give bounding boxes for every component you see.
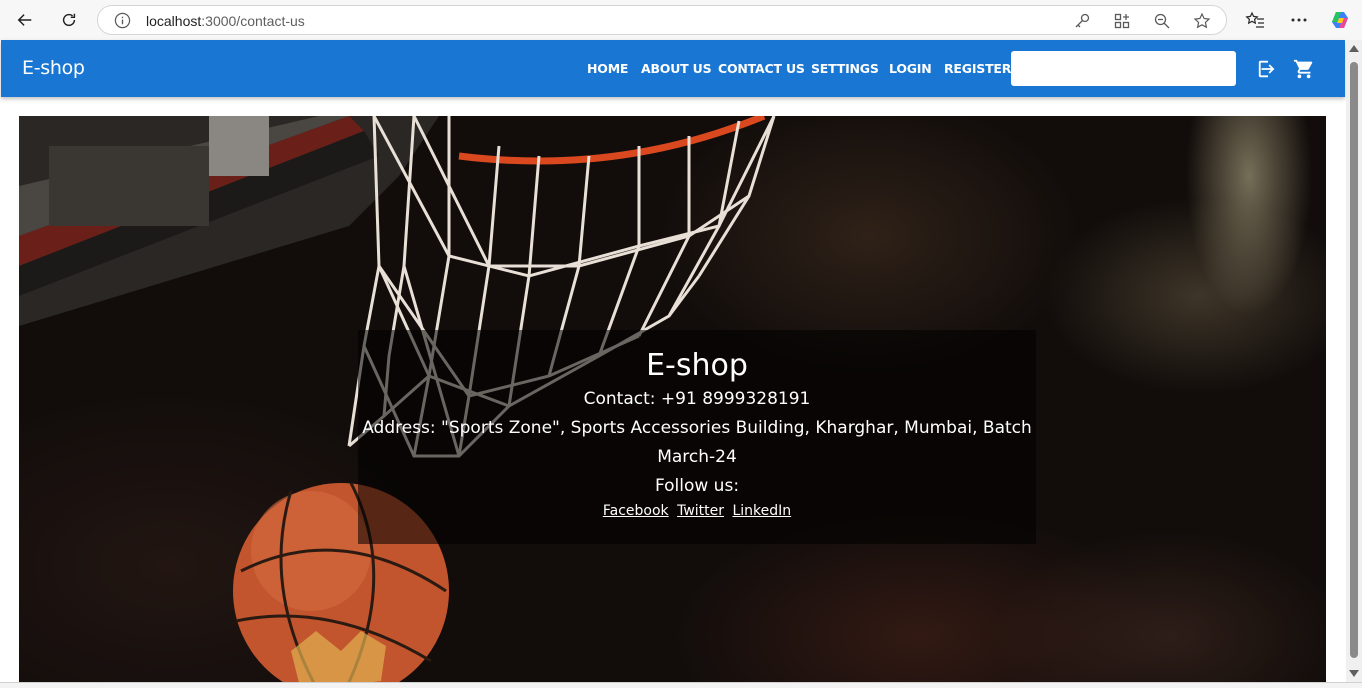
follow-us-label: Follow us: — [654, 476, 740, 496]
reload-icon — [62, 13, 76, 27]
nav-about-us[interactable]: ABOUT US — [641, 61, 712, 76]
scroll-down-icon[interactable] — [1349, 670, 1359, 677]
contact-address-line1: Address: "Sports Zone", Sports Accessori… — [362, 418, 1032, 438]
hero-section: E-shop Contact: +91 8999328191 Address: … — [19, 116, 1326, 682]
brand-logo[interactable]: E-shop — [22, 57, 85, 79]
scroll-up-icon[interactable] — [1349, 45, 1359, 52]
facebook-link[interactable]: Facebook — [603, 503, 669, 519]
reload-button[interactable] — [55, 6, 83, 34]
back-arrow-icon — [17, 14, 32, 26]
social-links: Facebook Twitter LinkedIn — [358, 502, 1036, 520]
nav-contact-us[interactable]: CONTACT US — [718, 61, 805, 76]
twitter-link[interactable]: Twitter — [677, 503, 724, 519]
contact-info-panel: E-shop Contact: +91 8999328191 Address: … — [358, 330, 1036, 544]
window-bottom-edge — [0, 682, 1362, 688]
nav-settings[interactable]: SETTINGS — [811, 61, 879, 76]
browser-toolbar: localhost:3000/contact-us — [0, 0, 1362, 40]
back-button[interactable] — [11, 6, 39, 34]
linkedin-link[interactable]: LinkedIn — [732, 503, 791, 519]
address-bar[interactable]: localhost:3000/contact-us — [97, 5, 1227, 35]
contact-phone: Contact: +91 8999328191 — [583, 389, 811, 409]
favorite-star-icon[interactable] — [1193, 12, 1211, 30]
url-path: :3000/contact-us — [201, 13, 305, 29]
nav-login[interactable]: LOGIN — [889, 61, 932, 76]
apps-icon[interactable] — [1113, 12, 1131, 30]
url-host: localhost — [146, 13, 202, 29]
copilot-icon[interactable] — [1330, 10, 1350, 30]
info-icon[interactable] — [114, 12, 131, 29]
page-scrollbar[interactable] — [1346, 40, 1362, 682]
app-bar: E-shop HOME ABOUT US CONTACT US SETTINGS… — [1, 40, 1345, 97]
contact-title: E-shop — [646, 348, 748, 383]
key-icon[interactable] — [1073, 12, 1091, 30]
favorites-icon[interactable] — [1245, 10, 1265, 30]
cart-icon[interactable] — [1293, 58, 1315, 80]
login-icon[interactable] — [1257, 58, 1279, 80]
search-input[interactable] — [1011, 51, 1236, 86]
url-text[interactable]: localhost:3000/contact-us — [146, 13, 305, 29]
contact-address-line2: March-24 — [657, 447, 737, 467]
nav-home[interactable]: HOME — [587, 61, 628, 76]
scroll-thumb[interactable] — [1350, 62, 1358, 658]
more-options-icon[interactable] — [1289, 10, 1309, 30]
zoom-out-icon[interactable] — [1153, 12, 1171, 30]
nav-register[interactable]: REGISTER — [944, 61, 1011, 76]
